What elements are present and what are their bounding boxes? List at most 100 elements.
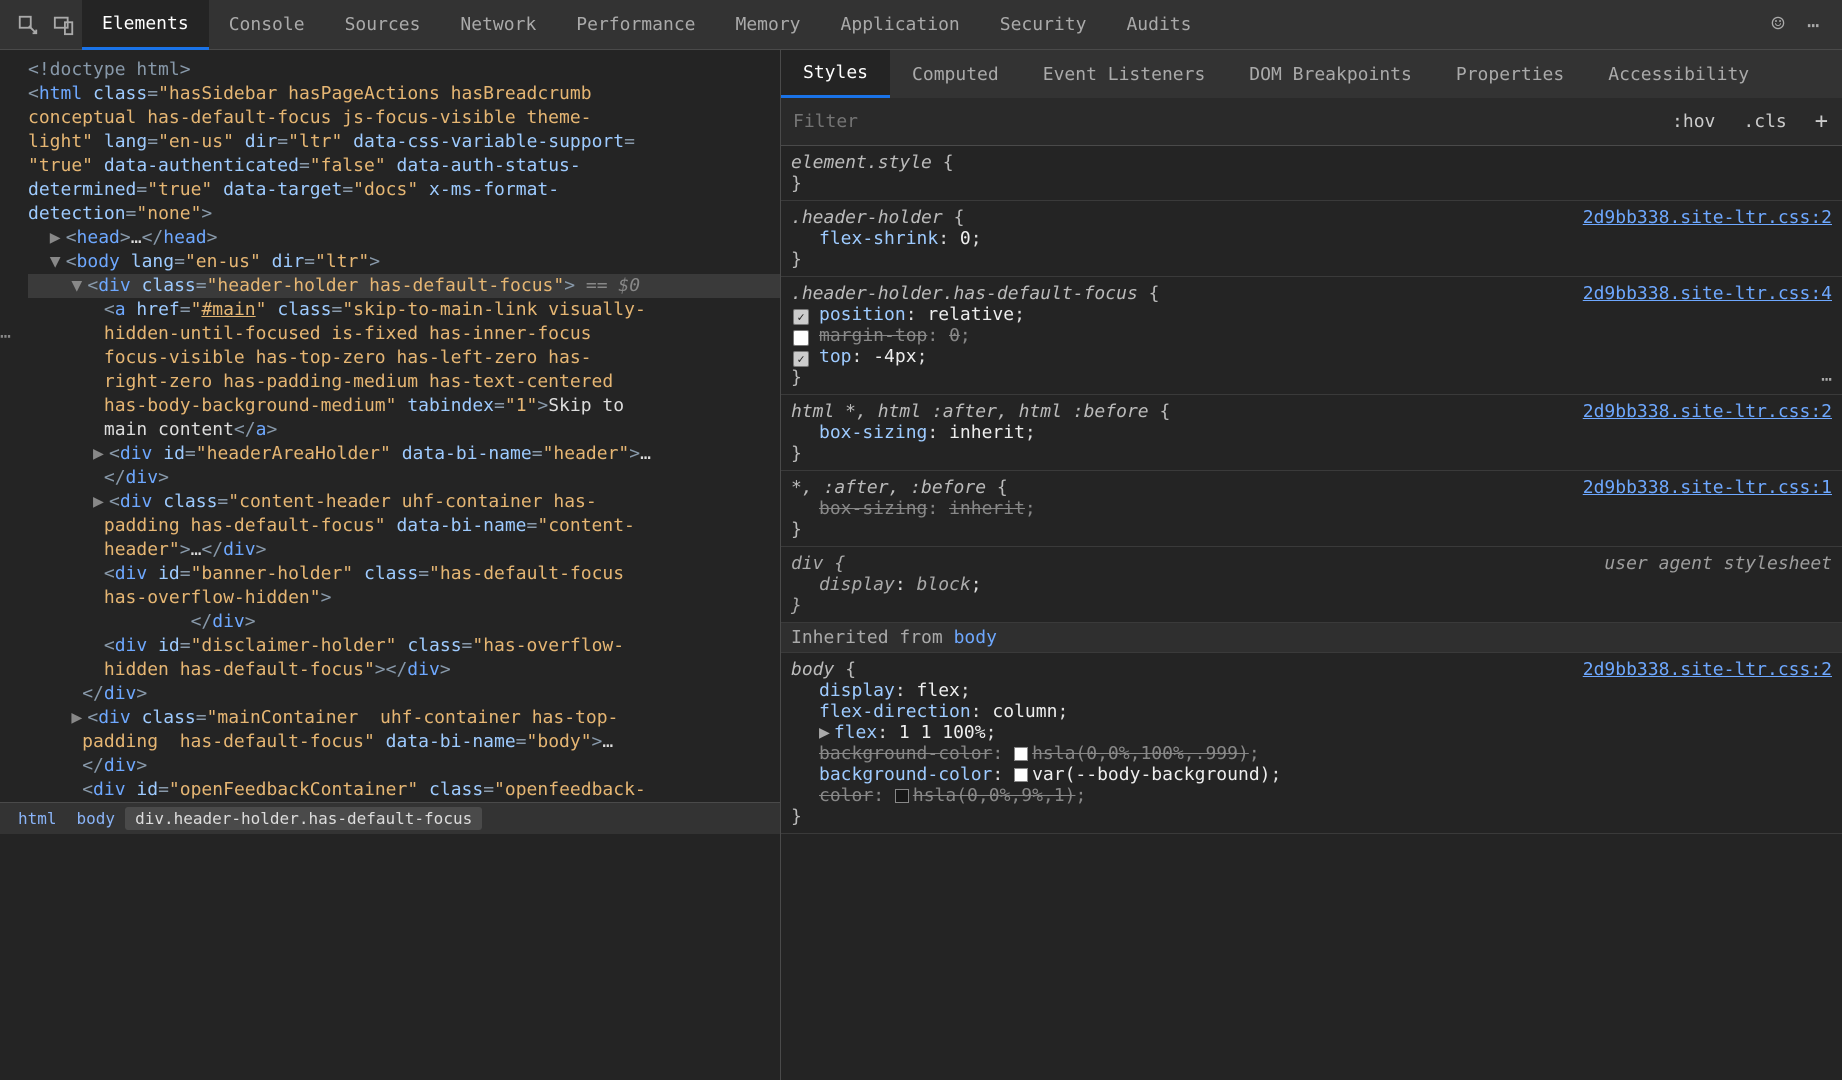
cls-toggle[interactable]: .cls <box>1729 111 1800 132</box>
tab-elements[interactable]: Elements <box>82 0 209 50</box>
css-declaration[interactable]: ▶flex: 1 1 100%; <box>791 722 1832 743</box>
dom-node[interactable]: ▶<div class="mainContainer uhf-container… <box>28 706 780 778</box>
collapse-arrow-icon[interactable]: ▼ <box>50 250 66 274</box>
css-rule[interactable]: element.style {} <box>781 146 1842 201</box>
styles-tab-computed[interactable]: Computed <box>890 50 1021 98</box>
property-value[interactable]: hsla(0,0%,9%,1) <box>913 785 1076 806</box>
property-name[interactable]: display <box>819 574 895 595</box>
expand-shorthand-icon[interactable]: ▶ <box>819 722 830 743</box>
property-value[interactable]: 0 <box>960 228 971 249</box>
property-name[interactable]: box-sizing <box>819 422 927 443</box>
rule-more-icon[interactable]: ⋯ <box>1821 369 1832 390</box>
dom-node[interactable]: <div id="banner-holder" class="has-defau… <box>28 562 780 634</box>
css-rule[interactable]: 2d9bb338.site-ltr.css:2.header-holder {f… <box>781 201 1842 277</box>
tab-sources[interactable]: Sources <box>325 0 441 50</box>
toggle-checkbox[interactable] <box>793 330 809 346</box>
css-declaration[interactable]: display: block; <box>791 574 1832 595</box>
property-name[interactable]: box-sizing <box>819 498 927 519</box>
dom-node[interactable]: ▶<div class="content-header uhf-containe… <box>28 490 780 562</box>
styles-tab-styles[interactable]: Styles <box>781 50 890 98</box>
expand-arrow-icon[interactable]: ▶ <box>93 442 109 466</box>
dom-node[interactable]: <a href="#main" class="skip-to-main-link… <box>28 298 780 442</box>
property-value[interactable]: column <box>992 701 1057 722</box>
css-declaration[interactable]: flex-shrink: 0; <box>791 228 1832 249</box>
styles-tab-accessibility[interactable]: Accessibility <box>1586 50 1771 98</box>
styles-tab-event-listeners[interactable]: Event Listeners <box>1021 50 1228 98</box>
property-value[interactable]: inherit <box>949 422 1025 443</box>
css-declaration[interactable]: display: flex; <box>791 680 1832 701</box>
property-value[interactable]: 0 <box>949 325 960 346</box>
selector[interactable]: body <box>791 659 845 680</box>
expand-arrow-icon[interactable]: ▶ <box>93 490 109 514</box>
breadcrumb-item[interactable]: html <box>8 807 67 830</box>
source-link[interactable]: 2d9bb338.site-ltr.css:2 <box>1583 401 1832 422</box>
css-rule[interactable]: 2d9bb338.site-ltr.css:2 html *, html :aft… <box>781 395 1842 471</box>
inherited-from-link[interactable]: body <box>954 627 997 648</box>
css-declaration[interactable]: ✓position: relative; <box>791 304 1832 325</box>
color-swatch-icon[interactable] <box>1014 747 1028 761</box>
toggle-checkbox[interactable]: ✓ <box>793 351 809 367</box>
new-style-rule-button[interactable]: + <box>1801 109 1842 134</box>
property-name[interactable]: position <box>819 304 906 325</box>
property-value[interactable]: relative <box>927 304 1014 325</box>
source-link[interactable]: 2d9bb338.site-ltr.css:2 <box>1583 659 1832 680</box>
property-name[interactable]: margin-top <box>819 325 927 346</box>
selector[interactable]: html *, html :after, html :before <box>791 401 1159 422</box>
selector[interactable]: div <box>791 553 834 574</box>
inspect-icon[interactable] <box>10 7 46 43</box>
property-name[interactable]: flex-shrink <box>819 228 938 249</box>
property-name[interactable]: top <box>819 346 852 367</box>
dom-tree[interactable]: ⋯ <!doctype html> <html class="hasSideba… <box>0 50 780 802</box>
css-declaration[interactable]: flex-direction: column; <box>791 701 1832 722</box>
css-rule[interactable]: user agent stylesheetdiv {display: block… <box>781 547 1842 623</box>
collapse-arrow-icon[interactable]: ▼ <box>71 274 87 298</box>
css-declaration[interactable]: background-color: var(--body-background)… <box>791 764 1832 785</box>
dom-node[interactable]: <!doctype html> <box>28 58 780 82</box>
dom-node[interactable]: <html class="hasSidebar hasPageActions h… <box>28 82 780 226</box>
source-link[interactable]: 2d9bb338.site-ltr.css:2 <box>1583 207 1832 228</box>
dom-node[interactable]: <div id="openFeedbackContainer" class="o… <box>28 778 780 802</box>
selector[interactable]: *, :after, :before <box>791 477 997 498</box>
tab-memory[interactable]: Memory <box>716 0 821 50</box>
tab-network[interactable]: Network <box>440 0 556 50</box>
color-swatch-icon[interactable] <box>1014 768 1028 782</box>
property-name[interactable]: display <box>819 680 895 701</box>
tab-performance[interactable]: Performance <box>556 0 715 50</box>
expand-arrow-icon[interactable]: ▶ <box>71 706 87 730</box>
property-value[interactable]: -4px <box>873 346 916 367</box>
feedback-icon[interactable]: ☺ <box>1760 7 1796 43</box>
toggle-checkbox[interactable]: ✓ <box>793 309 809 325</box>
dom-node[interactable]: ▼<body lang="en-us" dir="ltr"> <box>28 250 780 274</box>
tab-application[interactable]: Application <box>821 0 980 50</box>
property-name[interactable]: background-color <box>819 764 992 785</box>
selector[interactable]: .header-holder.has-default-focus <box>791 283 1149 304</box>
property-name[interactable]: background-color <box>819 743 992 764</box>
dom-node[interactable]: </div> <box>28 682 780 706</box>
css-declaration[interactable]: ✓top: -4px; <box>791 346 1832 367</box>
css-declaration[interactable]: margin-top: 0; <box>791 325 1832 346</box>
property-value[interactable]: var(--body-background) <box>1032 764 1270 785</box>
css-declaration[interactable]: color: hsla(0,0%,9%,1); <box>791 785 1832 806</box>
breadcrumb-item[interactable]: div.header-holder.has-default-focus <box>125 807 482 830</box>
hov-toggle[interactable]: :hov <box>1658 111 1729 132</box>
dom-node-selected[interactable]: ▼<div class="header-holder has-default-f… <box>28 274 780 298</box>
css-rule[interactable]: 2d9bb338.site-ltr.css:2body {display: fl… <box>781 653 1842 834</box>
property-value[interactable]: hsla(0,0%,100%,.999) <box>1032 743 1249 764</box>
source-link[interactable]: 2d9bb338.site-ltr.css:4 <box>1583 283 1832 304</box>
breadcrumb-item[interactable]: body <box>67 807 126 830</box>
color-swatch-icon[interactable] <box>895 789 909 803</box>
css-rule[interactable]: 2d9bb338.site-ltr.css:1*, :after, :befor… <box>781 471 1842 547</box>
filter-input[interactable] <box>781 111 1658 132</box>
source-link[interactable]: user agent stylesheet <box>1604 553 1832 574</box>
property-value[interactable]: 1 1 100% <box>899 722 986 743</box>
selector[interactable]: element.style <box>791 152 943 173</box>
dom-node[interactable]: ▶<head>…</head> <box>28 226 780 250</box>
property-value[interactable]: flex <box>917 680 960 701</box>
css-declaration[interactable]: box-sizing: inherit; <box>791 498 1832 519</box>
property-name[interactable]: flex <box>834 722 877 743</box>
property-value[interactable]: block <box>917 574 971 595</box>
css-declaration[interactable]: background-color: hsla(0,0%,100%,.999); <box>791 743 1832 764</box>
styles-tab-properties[interactable]: Properties <box>1434 50 1586 98</box>
property-value[interactable]: inherit <box>949 498 1025 519</box>
css-declaration[interactable]: box-sizing: inherit; <box>791 422 1832 443</box>
